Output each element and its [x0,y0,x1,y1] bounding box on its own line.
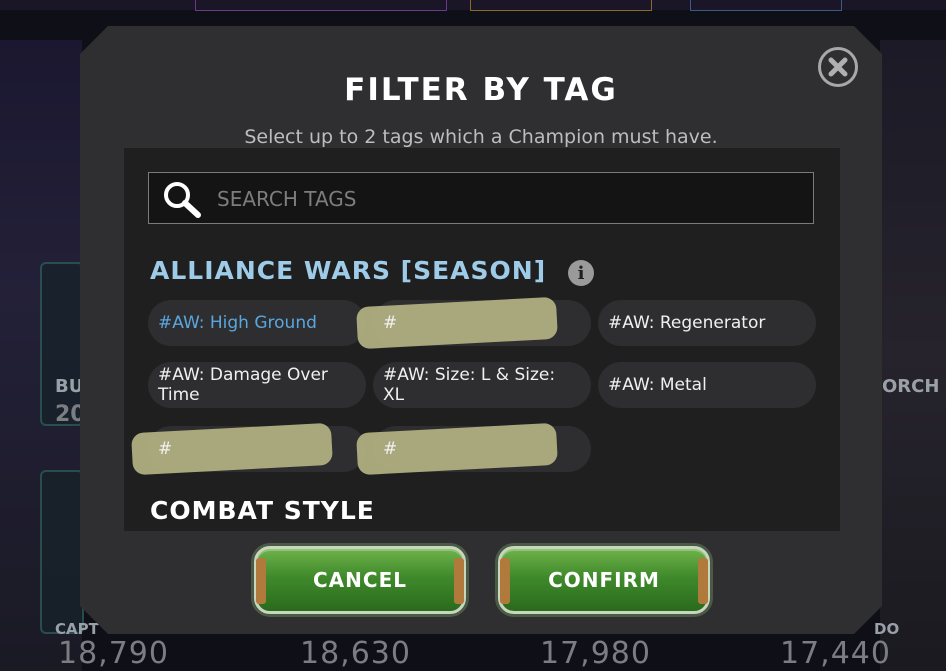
background-champion-rating: 17,440 [780,636,891,671]
cancel-button[interactable]: CANCEL [254,546,466,614]
tag-label: # [383,313,398,333]
tag-label: #AW: Size: L & Size: XL [383,365,556,405]
close-icon [828,57,848,77]
background-champion-card [40,470,84,634]
button-ornament [256,558,266,604]
button-ornament [698,558,708,604]
tag-label: # [383,439,398,459]
tag-metal[interactable]: #AW: Metal [598,362,816,408]
tag-size-l-xl[interactable]: #AW: Size: L & Size: XL [373,362,591,408]
tag-list-panel[interactable]: ALLIANCE WARS [SEASON] i #AW: High Groun… [124,148,840,531]
tag-label: #AW: Damage Over Time [158,365,328,405]
background-champion-rating: 18,790 [58,636,169,671]
background-champion-rating: 17,980 [540,636,651,671]
dialog-title: FILTER BY TAG [344,72,618,108]
tag-label: #AW: High Ground [158,313,317,333]
tag-high-ground[interactable]: #AW: High Ground [148,300,366,346]
search-box [148,172,814,225]
info-icon[interactable]: i [568,260,594,286]
tag-label: #AW: Metal [608,375,707,395]
cancel-button-label: CANCEL [313,568,407,592]
tag-damage-over-time[interactable]: #AW: Damage Over Time [148,362,366,408]
dialog-subtitle: Select up to 2 tags which a Champion mus… [244,126,718,148]
confirm-button-label: CONFIRM [548,568,660,592]
background-right-panel [880,40,946,671]
tag-regenerator[interactable]: #AW: Regenerator [598,300,816,346]
button-ornament [454,558,464,604]
tag-label: # [158,439,173,459]
button-ornament [500,558,510,604]
search-input[interactable] [215,173,809,225]
section-title-combat-style: COMBAT STYLE [150,496,375,525]
search-icon [164,182,201,218]
background-champion-name: BU [55,376,84,397]
tag-redacted[interactable]: # [373,426,591,472]
tag-redacted[interactable]: # [148,426,366,472]
background-champion-rating: 18,630 [300,636,411,671]
tag-redacted[interactable]: # [373,300,591,346]
background-champion-name: ORCH [882,376,940,397]
section-title-alliance-wars: ALLIANCE WARS [SEASON] [150,256,547,285]
confirm-button[interactable]: CONFIRM [498,546,710,614]
tag-label: #AW: Regenerator [608,313,766,333]
background-top-bar [0,0,946,11]
close-button[interactable] [818,47,858,87]
